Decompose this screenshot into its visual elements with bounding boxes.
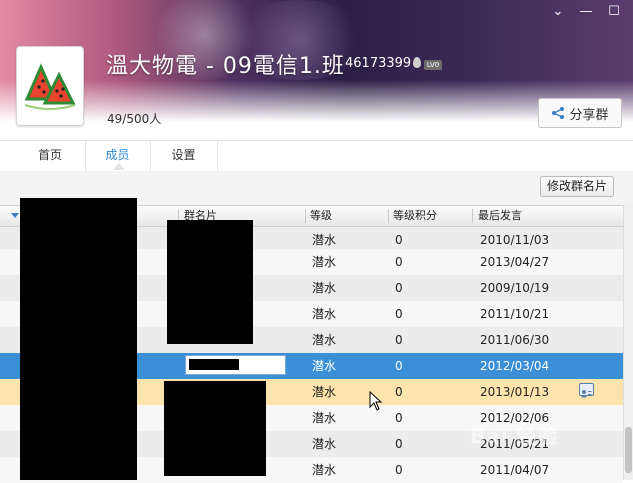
share-group-button[interactable]: 分享群 xyxy=(538,98,622,128)
level-badge: LV0 xyxy=(424,60,442,70)
points-cell: 0 xyxy=(395,255,403,269)
level-cell: 潜水 xyxy=(312,307,337,321)
scrollbar-thumb[interactable] xyxy=(625,427,632,473)
points-cell: 0 xyxy=(395,411,403,425)
watermark-text: Bai 经验 xyxy=(470,424,559,448)
redaction-block xyxy=(20,198,137,480)
maximize-icon[interactable]: ☐ xyxy=(607,4,621,19)
group-card-edit-field[interactable] xyxy=(185,355,286,375)
column-divider xyxy=(388,209,389,223)
minimize-icon[interactable]: — xyxy=(579,4,593,19)
points-cell: 0 xyxy=(395,385,403,399)
level-cell: 潜水 xyxy=(312,333,337,347)
last-post-cell: 2009/10/19 xyxy=(480,281,550,295)
tab-divider xyxy=(217,141,218,171)
table-scrollbar[interactable] xyxy=(623,205,633,480)
active-tab-indicator xyxy=(113,163,125,170)
member-count: 49/500人 xyxy=(107,112,162,126)
points-cell: 0 xyxy=(395,437,403,451)
points-cell: 0 xyxy=(395,281,403,295)
redaction-block xyxy=(167,220,253,344)
share-icon xyxy=(552,107,565,119)
last-post-cell: 2013/04/27 xyxy=(480,255,550,269)
edit-group-card-button[interactable]: 修改群名片 xyxy=(540,176,614,197)
group-number: 46173399 xyxy=(345,56,412,71)
level-cell: 潜水 xyxy=(312,255,337,269)
share-button-label: 分享群 xyxy=(569,107,609,123)
column-header-level[interactable]: 等级 xyxy=(310,206,332,226)
tab-bar: 首页 成员 设置 xyxy=(0,140,633,172)
group-name: 溫大物電 - 09電信1.班 xyxy=(106,54,345,79)
group-avatar[interactable] xyxy=(16,46,84,126)
points-cell: 0 xyxy=(395,333,403,347)
points-cell: 0 xyxy=(395,359,403,373)
contact-card-icon[interactable] xyxy=(579,383,594,398)
tab-settings[interactable]: 设置 xyxy=(150,141,217,171)
contact-card-glyph xyxy=(581,390,592,398)
last-post-cell: 2012/03/04 xyxy=(480,359,550,373)
level-cell: 潜水 xyxy=(312,385,337,399)
last-post-cell: 2011/04/07 xyxy=(480,463,550,477)
column-header-last-post[interactable]: 最后发言 xyxy=(478,206,522,226)
mouse-cursor-icon xyxy=(369,391,383,411)
last-post-cell: 2011/06/30 xyxy=(480,333,550,347)
tab-home[interactable]: 首页 xyxy=(15,141,85,171)
last-post-cell: 2013/01/13 xyxy=(480,385,550,399)
points-cell: 0 xyxy=(395,463,403,477)
level-cell: 潜水 xyxy=(312,281,337,295)
window-controls: ⌄ — ☐ xyxy=(551,4,621,19)
dropdown-icon[interactable]: ⌄ xyxy=(551,4,565,19)
points-cell: 0 xyxy=(395,307,403,321)
sort-arrow-icon[interactable] xyxy=(11,213,19,218)
level-cell: 潜水 xyxy=(312,463,337,477)
column-header-points[interactable]: 等级积分 xyxy=(393,206,437,226)
column-divider xyxy=(472,209,473,223)
last-post-cell: 2011/10/21 xyxy=(480,307,550,321)
level-drop-icon xyxy=(413,57,421,68)
redacted-text xyxy=(189,359,239,370)
column-divider xyxy=(305,209,306,223)
redaction-block xyxy=(164,381,266,476)
level-cell: 潜水 xyxy=(312,437,337,451)
watermelon-icon xyxy=(24,63,76,110)
level-cell: 潜水 xyxy=(312,359,337,373)
level-cell: 潜水 xyxy=(312,411,337,425)
